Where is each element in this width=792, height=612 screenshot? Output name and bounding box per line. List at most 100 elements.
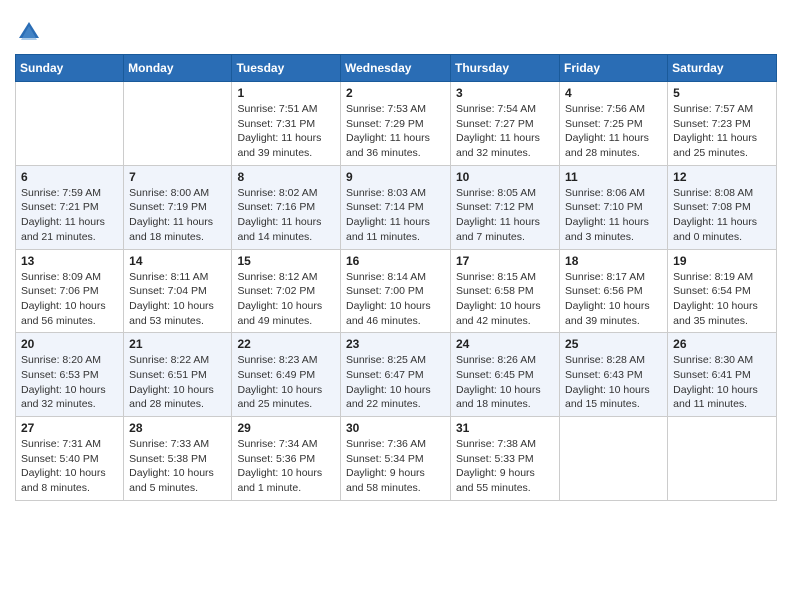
day-info: Sunrise: 7:36 AMSunset: 5:34 PMDaylight:…	[346, 437, 445, 496]
day-number: 6	[21, 170, 118, 184]
day-number: 15	[237, 254, 335, 268]
day-number: 25	[565, 337, 662, 351]
calendar-cell: 3 Sunrise: 7:54 AMSunset: 7:27 PMDaylight…	[451, 82, 560, 166]
calendar-cell	[560, 417, 668, 501]
weekday-header-thursday: Thursday	[451, 55, 560, 82]
day-number: 30	[346, 421, 445, 435]
week-row-3: 13 Sunrise: 8:09 AMSunset: 7:06 PMDayligh…	[16, 249, 777, 333]
calendar-cell: 15 Sunrise: 8:12 AMSunset: 7:02 PMDayligh…	[232, 249, 341, 333]
weekday-header-friday: Friday	[560, 55, 668, 82]
day-number: 13	[21, 254, 118, 268]
calendar-cell: 5 Sunrise: 7:57 AMSunset: 7:23 PMDaylight…	[668, 82, 777, 166]
calendar-cell: 9 Sunrise: 8:03 AMSunset: 7:14 PMDaylight…	[341, 165, 451, 249]
calendar-cell	[668, 417, 777, 501]
calendar-cell: 10 Sunrise: 8:05 AMSunset: 7:12 PMDayligh…	[451, 165, 560, 249]
day-info: Sunrise: 8:11 AMSunset: 7:04 PMDaylight:…	[129, 270, 226, 329]
day-number: 26	[673, 337, 771, 351]
day-number: 10	[456, 170, 554, 184]
day-info: Sunrise: 8:00 AMSunset: 7:19 PMDaylight:…	[129, 186, 226, 245]
day-number: 9	[346, 170, 445, 184]
calendar-cell: 19 Sunrise: 8:19 AMSunset: 6:54 PMDayligh…	[668, 249, 777, 333]
calendar-cell: 21 Sunrise: 8:22 AMSunset: 6:51 PMDayligh…	[124, 333, 232, 417]
week-row-5: 27 Sunrise: 7:31 AMSunset: 5:40 PMDayligh…	[16, 417, 777, 501]
day-number: 28	[129, 421, 226, 435]
day-number: 8	[237, 170, 335, 184]
day-number: 21	[129, 337, 226, 351]
day-info: Sunrise: 8:19 AMSunset: 6:54 PMDaylight:…	[673, 270, 771, 329]
day-info: Sunrise: 8:03 AMSunset: 7:14 PMDaylight:…	[346, 186, 445, 245]
weekday-header-wednesday: Wednesday	[341, 55, 451, 82]
day-info: Sunrise: 7:33 AMSunset: 5:38 PMDaylight:…	[129, 437, 226, 496]
day-info: Sunrise: 8:22 AMSunset: 6:51 PMDaylight:…	[129, 353, 226, 412]
calendar-cell: 27 Sunrise: 7:31 AMSunset: 5:40 PMDayligh…	[16, 417, 124, 501]
day-number: 20	[21, 337, 118, 351]
day-number: 17	[456, 254, 554, 268]
day-info: Sunrise: 8:08 AMSunset: 7:08 PMDaylight:…	[673, 186, 771, 245]
day-info: Sunrise: 8:23 AMSunset: 6:49 PMDaylight:…	[237, 353, 335, 412]
weekday-header-saturday: Saturday	[668, 55, 777, 82]
day-info: Sunrise: 8:02 AMSunset: 7:16 PMDaylight:…	[237, 186, 335, 245]
day-number: 5	[673, 86, 771, 100]
day-info: Sunrise: 8:28 AMSunset: 6:43 PMDaylight:…	[565, 353, 662, 412]
day-info: Sunrise: 7:54 AMSunset: 7:27 PMDaylight:…	[456, 102, 554, 161]
day-info: Sunrise: 7:53 AMSunset: 7:29 PMDaylight:…	[346, 102, 445, 161]
day-number: 27	[21, 421, 118, 435]
calendar-table: SundayMondayTuesdayWednesdayThursdayFrid…	[15, 54, 777, 501]
calendar-cell: 8 Sunrise: 8:02 AMSunset: 7:16 PMDaylight…	[232, 165, 341, 249]
calendar-cell: 16 Sunrise: 8:14 AMSunset: 7:00 PMDayligh…	[341, 249, 451, 333]
calendar-cell: 30 Sunrise: 7:36 AMSunset: 5:34 PMDayligh…	[341, 417, 451, 501]
day-info: Sunrise: 7:31 AMSunset: 5:40 PMDaylight:…	[21, 437, 118, 496]
day-info: Sunrise: 8:25 AMSunset: 6:47 PMDaylight:…	[346, 353, 445, 412]
calendar-cell: 6 Sunrise: 7:59 AMSunset: 7:21 PMDaylight…	[16, 165, 124, 249]
calendar-cell: 12 Sunrise: 8:08 AMSunset: 7:08 PMDayligh…	[668, 165, 777, 249]
day-number: 19	[673, 254, 771, 268]
day-info: Sunrise: 8:05 AMSunset: 7:12 PMDaylight:…	[456, 186, 554, 245]
day-number: 3	[456, 86, 554, 100]
day-number: 14	[129, 254, 226, 268]
day-info: Sunrise: 8:30 AMSunset: 6:41 PMDaylight:…	[673, 353, 771, 412]
day-number: 23	[346, 337, 445, 351]
calendar-cell: 1 Sunrise: 7:51 AMSunset: 7:31 PMDaylight…	[232, 82, 341, 166]
week-row-4: 20 Sunrise: 8:20 AMSunset: 6:53 PMDayligh…	[16, 333, 777, 417]
calendar-page: SundayMondayTuesdayWednesdayThursdayFrid…	[0, 0, 792, 612]
calendar-cell: 18Sunrise: 8:17 AMSunset: 6:56 PMDayligh…	[560, 249, 668, 333]
day-info: Sunrise: 8:20 AMSunset: 6:53 PMDaylight:…	[21, 353, 118, 412]
day-number: 31	[456, 421, 554, 435]
day-info: Sunrise: 7:56 AMSunset: 7:25 PMDaylight:…	[565, 102, 662, 161]
day-info: Sunrise: 7:57 AMSunset: 7:23 PMDaylight:…	[673, 102, 771, 161]
day-number: 1	[237, 86, 335, 100]
page-header	[15, 10, 777, 46]
week-row-1: 1 Sunrise: 7:51 AMSunset: 7:31 PMDaylight…	[16, 82, 777, 166]
calendar-cell: 22 Sunrise: 8:23 AMSunset: 6:49 PMDayligh…	[232, 333, 341, 417]
day-number: 12	[673, 170, 771, 184]
day-info: Sunrise: 7:51 AMSunset: 7:31 PMDaylight:…	[237, 102, 335, 161]
day-number: 7	[129, 170, 226, 184]
day-info: Sunrise: 7:34 AMSunset: 5:36 PMDaylight:…	[237, 437, 335, 496]
calendar-cell: 24 Sunrise: 8:26 AMSunset: 6:45 PMDayligh…	[451, 333, 560, 417]
calendar-cell: 23 Sunrise: 8:25 AMSunset: 6:47 PMDayligh…	[341, 333, 451, 417]
weekday-header-row: SundayMondayTuesdayWednesdayThursdayFrid…	[16, 55, 777, 82]
weekday-header-monday: Monday	[124, 55, 232, 82]
weekday-header-sunday: Sunday	[16, 55, 124, 82]
calendar-cell: 17 Sunrise: 8:15 AMSunset: 6:58 PMDayligh…	[451, 249, 560, 333]
calendar-cell: 20 Sunrise: 8:20 AMSunset: 6:53 PMDayligh…	[16, 333, 124, 417]
day-info: Sunrise: 8:14 AMSunset: 7:00 PMDaylight:…	[346, 270, 445, 329]
logo-icon	[15, 18, 43, 46]
day-number: 16	[346, 254, 445, 268]
day-info: Sunrise: 8:09 AMSunset: 7:06 PMDaylight:…	[21, 270, 118, 329]
calendar-cell: 14 Sunrise: 8:11 AMSunset: 7:04 PMDayligh…	[124, 249, 232, 333]
logo	[15, 18, 47, 46]
calendar-cell	[16, 82, 124, 166]
calendar-cell: 13 Sunrise: 8:09 AMSunset: 7:06 PMDayligh…	[16, 249, 124, 333]
day-info: Sunrise: 8:12 AMSunset: 7:02 PMDaylight:…	[237, 270, 335, 329]
day-info: Sunrise: 7:38 AMSunset: 5:33 PMDaylight:…	[456, 437, 554, 496]
day-info: Sunrise: 8:26 AMSunset: 6:45 PMDaylight:…	[456, 353, 554, 412]
calendar-cell: 31 Sunrise: 7:38 AMSunset: 5:33 PMDayligh…	[451, 417, 560, 501]
day-number: 22	[237, 337, 335, 351]
calendar-cell	[124, 82, 232, 166]
day-info: Sunrise: 7:59 AMSunset: 7:21 PMDaylight:…	[21, 186, 118, 245]
calendar-cell: 4Sunrise: 7:56 AMSunset: 7:25 PMDaylight…	[560, 82, 668, 166]
day-number: 24	[456, 337, 554, 351]
day-info: Sunrise: 8:15 AMSunset: 6:58 PMDaylight:…	[456, 270, 554, 329]
calendar-cell: 11Sunrise: 8:06 AMSunset: 7:10 PMDayligh…	[560, 165, 668, 249]
